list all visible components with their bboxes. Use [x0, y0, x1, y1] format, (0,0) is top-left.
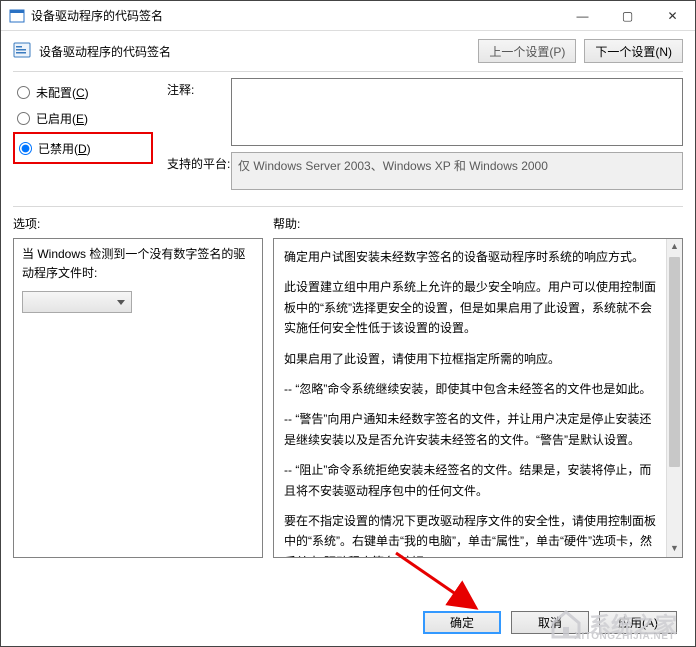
help-panel: 确定用户试图安装未经数字签名的设备驱动程序时系统的响应方式。 此设置建立组中用户… [273, 238, 683, 558]
radio-group: 未配置(C) 已启用(E) 已禁用(D) [13, 78, 153, 196]
radio-not-configured[interactable]: 未配置(C) [13, 80, 153, 104]
comment-row: 注释: [167, 78, 683, 146]
ok-button[interactable]: 确定 [423, 611, 501, 634]
help-p1: 确定用户试图安装未经数字签名的设备驱动程序时系统的响应方式。 [284, 247, 660, 267]
options-label: 选项: [13, 213, 273, 238]
comment-label: 注释: [167, 78, 231, 98]
next-setting-button[interactable]: 下一个设置(N) [584, 39, 683, 63]
options-text: 当 Windows 检测到一个没有数字签名的驱动程序文件时: [22, 245, 254, 283]
prev-setting-button[interactable]: 上一个设置(P) [478, 39, 576, 63]
scroll-up-icon[interactable]: ▲ [667, 239, 682, 255]
radio-disabled[interactable]: 已禁用(D) [15, 136, 147, 160]
scrollbar[interactable]: ▲ ▼ [666, 239, 682, 557]
config-area: 未配置(C) 已启用(E) 已禁用(D) 注释: 支持的平台: 仅 Window… [1, 72, 695, 196]
close-button[interactable]: ✕ [650, 1, 695, 31]
radio-enabled-input[interactable] [17, 112, 30, 125]
help-p6: -- “阻止”命令系统拒绝安装未经签名的文件。结果是，安装将停止，而且将不安装驱… [284, 460, 660, 501]
platform-row: 支持的平台: 仅 Windows Server 2003、Windows XP … [167, 152, 683, 190]
policy-icon [13, 42, 31, 60]
maximize-button[interactable]: ▢ [605, 1, 650, 31]
window-title: 设备驱动程序的代码签名 [31, 7, 560, 24]
minimize-button[interactable]: — [560, 1, 605, 31]
scroll-down-icon[interactable]: ▼ [667, 541, 682, 557]
apply-button[interactable]: 应用(A) [599, 611, 677, 634]
policy-title: 设备驱动程序的代码签名 [39, 43, 470, 60]
window-icon [9, 8, 25, 24]
lower-panels: 当 Windows 检测到一个没有数字签名的驱动程序文件时: 确定用户试图安装未… [1, 238, 695, 558]
radio-disabled-highlight: 已禁用(D) [13, 132, 153, 164]
radio-disabled-input[interactable] [19, 142, 32, 155]
help-p3: 如果启用了此设置，请使用下拉框指定所需的响应。 [284, 349, 660, 369]
help-p5: -- “警告”向用户通知未经数字签名的文件，并让用户决定是停止安装还是继续安装以… [284, 409, 660, 450]
help-p2: 此设置建立组中用户系统上允许的最少安全响应。用户可以使用控制面板中的“系统”选择… [284, 277, 660, 338]
options-panel: 当 Windows 检测到一个没有数字签名的驱动程序文件时: [13, 238, 263, 558]
help-p4: -- “忽略”命令系统继续安装，即使其中包含未经签名的文件也是如此。 [284, 379, 660, 399]
options-combo[interactable] [22, 291, 132, 313]
comment-input[interactable] [231, 78, 683, 146]
titlebar: 设备驱动程序的代码签名 — ▢ ✕ [1, 1, 695, 31]
cancel-button[interactable]: 取消 [511, 611, 589, 634]
policy-header: 设备驱动程序的代码签名 上一个设置(P) 下一个设置(N) [1, 31, 695, 71]
platform-label: 支持的平台: [167, 152, 231, 172]
scroll-thumb[interactable] [669, 257, 680, 467]
platform-value: 仅 Windows Server 2003、Windows XP 和 Windo… [231, 152, 683, 190]
divider-2 [13, 206, 683, 207]
help-content: 确定用户试图安装未经数字签名的设备驱动程序时系统的响应方式。 此设置建立组中用户… [284, 247, 672, 558]
help-p7: 要在不指定设置的情况下更改驱动程序文件的安全性，请使用控制面板中的“系统”。右键… [284, 511, 660, 558]
help-label: 帮助: [273, 213, 300, 238]
section-labels: 选项: 帮助: [1, 213, 695, 238]
bottom-buttons: 确定 取消 应用(A) [423, 611, 677, 634]
radio-not-configured-input[interactable] [17, 86, 30, 99]
radio-enabled[interactable]: 已启用(E) [13, 106, 153, 130]
